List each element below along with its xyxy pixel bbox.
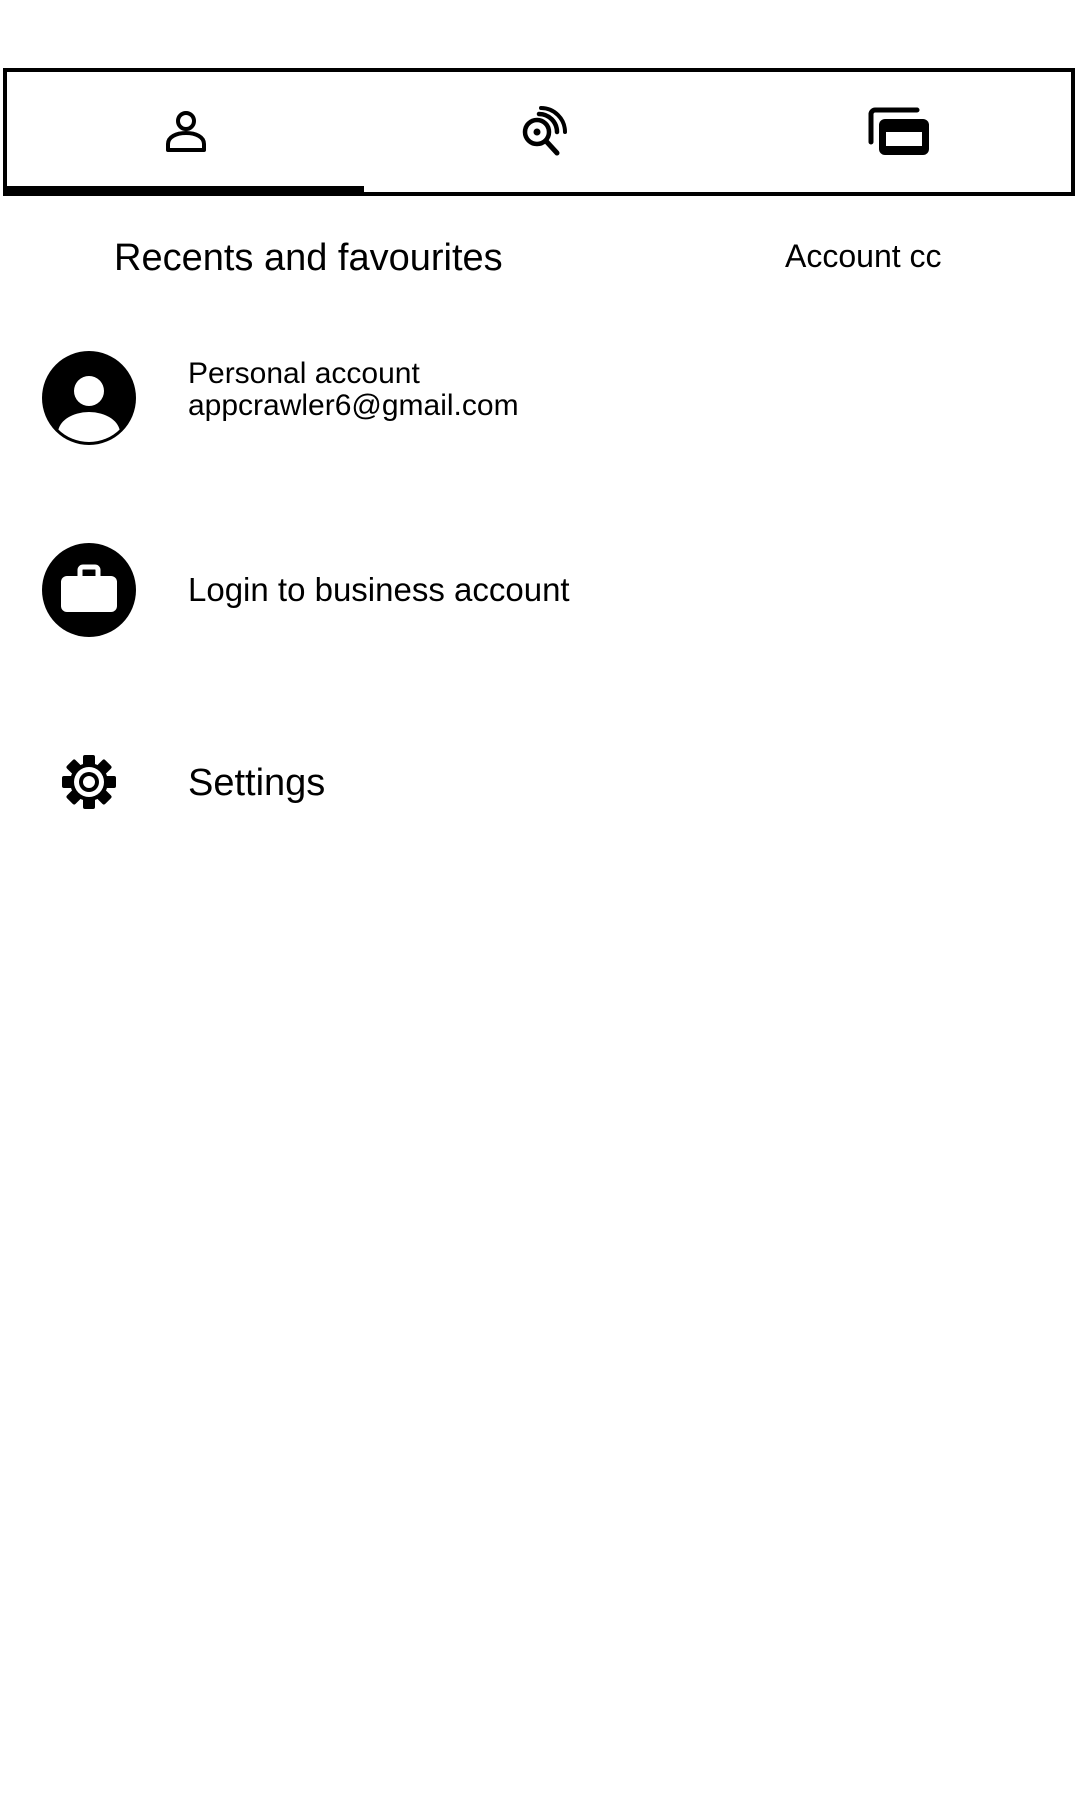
tab-account[interactable] [7,72,364,192]
recents-favourites-heading: Recents and favourites [114,237,503,279]
personal-account-item[interactable]: Personal account appcrawler6@gmail.com [0,338,1080,458]
avatar-person-icon [42,351,136,445]
settings-label: Settings [188,762,326,804]
personal-account-email: appcrawler6@gmail.com [188,389,519,422]
top-tab-bar [3,68,1075,196]
settings-item[interactable]: Settings [0,722,1080,842]
briefcase-icon [42,543,136,637]
cards-icon [868,107,929,155]
business-account-label: Login to business account [188,571,570,608]
personal-account-title: Personal account [188,357,420,390]
tab-search[interactable] [364,72,721,192]
tab-selected-indicator [7,186,364,192]
business-account-item[interactable]: Login to business account [0,530,1080,650]
gear-icon [62,755,116,809]
tab-cards[interactable] [721,72,1078,192]
section-header: Recents and favourites Account cc [0,228,1080,288]
search-signal-icon [522,106,567,156]
person-icon [165,111,206,152]
account-cc-label[interactable]: Account cc [785,236,942,276]
